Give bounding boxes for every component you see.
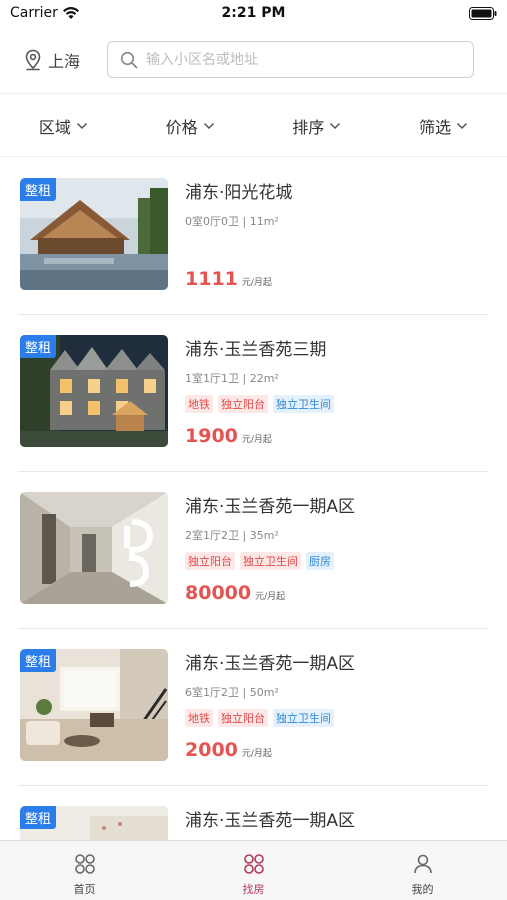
- feature-tags: 地铁 独立阳台 独立卫生间: [185, 395, 339, 413]
- tab-label: 我的: [411, 883, 434, 896]
- rent-type-badge: 整租: [20, 806, 57, 829]
- filter-label: 价格: [165, 117, 198, 137]
- price-unit: 元/月起: [255, 592, 286, 602]
- feature-tag: 地铁: [185, 395, 213, 413]
- filter-bar: 区域 价格 排序 筛选: [0, 95, 507, 157]
- city-label: 上海: [48, 52, 81, 71]
- battery-icon: [469, 7, 497, 20]
- tab-label: 首页: [73, 883, 96, 896]
- house-photo: [20, 492, 168, 604]
- feature-tag: 独立卫生间: [273, 709, 334, 727]
- feature-tags: 独立阳台 独立卫生间 厨房: [185, 552, 339, 570]
- listing-title: 浦东·玉兰香苑一期A区: [185, 811, 356, 831]
- feature-tag: 独立阳台: [218, 709, 268, 727]
- feature-tag: 独立阳台: [185, 552, 235, 570]
- status-time: 2:21 PM: [221, 5, 286, 21]
- house-photo: 整租: [20, 335, 168, 447]
- listing-item[interactable]: 整租 浦东·阳光花城 0室0厅0卫 | 11m² 1111 元/月起: [18, 158, 489, 315]
- filter-label: 排序: [292, 117, 325, 137]
- listing-spec: 6室1厅2卫 | 50m²: [185, 686, 279, 699]
- listing-price: 80000: [185, 582, 252, 604]
- filter-more[interactable]: 筛选: [380, 95, 507, 156]
- house-photo: 整租: [20, 806, 168, 840]
- price-row: 80000 元/月起: [185, 582, 285, 604]
- filter-label: 筛选: [419, 117, 452, 137]
- listing-spec: 0室0厅0卫 | 11m²: [185, 215, 279, 228]
- tab-find-house[interactable]: 找房: [169, 841, 338, 900]
- price-unit: 元/月起: [241, 749, 272, 759]
- home-grid-icon: [74, 854, 95, 874]
- chevron-down-icon: [457, 122, 468, 129]
- house-listing: 整租 浦东·阳光花城 0室0厅0卫 | 11m² 1111 元/月起 整租 浦东…: [0, 158, 507, 840]
- price-row: 1111 元/月起: [185, 268, 272, 290]
- listing-price: 1111: [185, 268, 238, 290]
- filter-area[interactable]: 区域: [0, 95, 127, 156]
- listing-title: 浦东·玉兰香苑一期A区: [185, 497, 356, 517]
- listing-spec: 1室1厅1卫 | 22m²: [185, 372, 279, 385]
- chevron-down-icon: [203, 122, 214, 129]
- city-selector[interactable]: 上海: [24, 48, 80, 72]
- user-icon: [413, 854, 432, 874]
- listing-item[interactable]: 整租 浦东·玉兰香苑一期A区: [18, 786, 489, 840]
- listing-title: 浦东·玉兰香苑一期A区: [185, 654, 356, 674]
- listing-item[interactable]: 整租 浦东·玉兰香苑一期A区 6室1厅2卫 | 50m² 地铁 独立阳台 独立卫…: [18, 629, 489, 786]
- feature-tag: 厨房: [306, 552, 334, 570]
- price-unit: 元/月起: [241, 435, 272, 445]
- tab-home[interactable]: 首页: [0, 841, 169, 900]
- feature-tag: 独立卫生间: [240, 552, 301, 570]
- feature-tag: 独立阳台: [218, 395, 268, 413]
- rent-type-badge: 整租: [20, 649, 57, 672]
- house-photo: 整租: [20, 178, 168, 290]
- listing-title: 浦东·阳光花城: [185, 183, 293, 203]
- tab-label: 找房: [242, 883, 265, 896]
- house-photo: 整租: [20, 649, 168, 761]
- feature-tags: 地铁 独立阳台 独立卫生间: [185, 709, 339, 727]
- tab-profile[interactable]: 我的: [338, 841, 507, 900]
- search-box[interactable]: [107, 41, 474, 78]
- listing-price: 1900: [185, 425, 238, 447]
- listing-spec: 2室1厅2卫 | 35m²: [185, 529, 279, 542]
- listing-price: 2000: [185, 739, 238, 761]
- feature-tag: 地铁: [185, 709, 213, 727]
- location-pin-icon: [25, 49, 41, 71]
- filter-sort[interactable]: 排序: [254, 95, 381, 156]
- corridor-photo: [20, 492, 168, 604]
- search-input[interactable]: [146, 51, 446, 68]
- filter-label: 区域: [38, 117, 71, 137]
- rent-type-badge: 整租: [20, 178, 57, 201]
- feature-tag: 独立卫生间: [273, 395, 334, 413]
- chevron-down-icon: [330, 122, 341, 129]
- price-unit: 元/月起: [241, 278, 272, 288]
- listing-item[interactable]: 整租 浦东·玉兰香苑三期 1室1厅1卫 | 22m² 地铁 独立阳台 独立卫生间…: [18, 315, 489, 472]
- search-icon: [120, 51, 138, 68]
- price-row: 2000 元/月起: [185, 739, 272, 761]
- rent-type-badge: 整租: [20, 335, 57, 358]
- filter-price[interactable]: 价格: [127, 95, 254, 156]
- listing-item[interactable]: 浦东·玉兰香苑一期A区 2室1厅2卫 | 35m² 独立阳台 独立卫生间 厨房 …: [18, 472, 489, 629]
- listing-title: 浦东·玉兰香苑三期: [185, 340, 327, 360]
- find-house-grid-icon: [243, 854, 264, 874]
- chevron-down-icon: [76, 122, 87, 129]
- price-row: 1900 元/月起: [185, 425, 272, 447]
- search-header: 上海: [0, 28, 507, 94]
- tab-bar: 首页 找房 我的: [0, 840, 507, 900]
- status-bar: Carrier 2:21 PM: [0, 0, 507, 28]
